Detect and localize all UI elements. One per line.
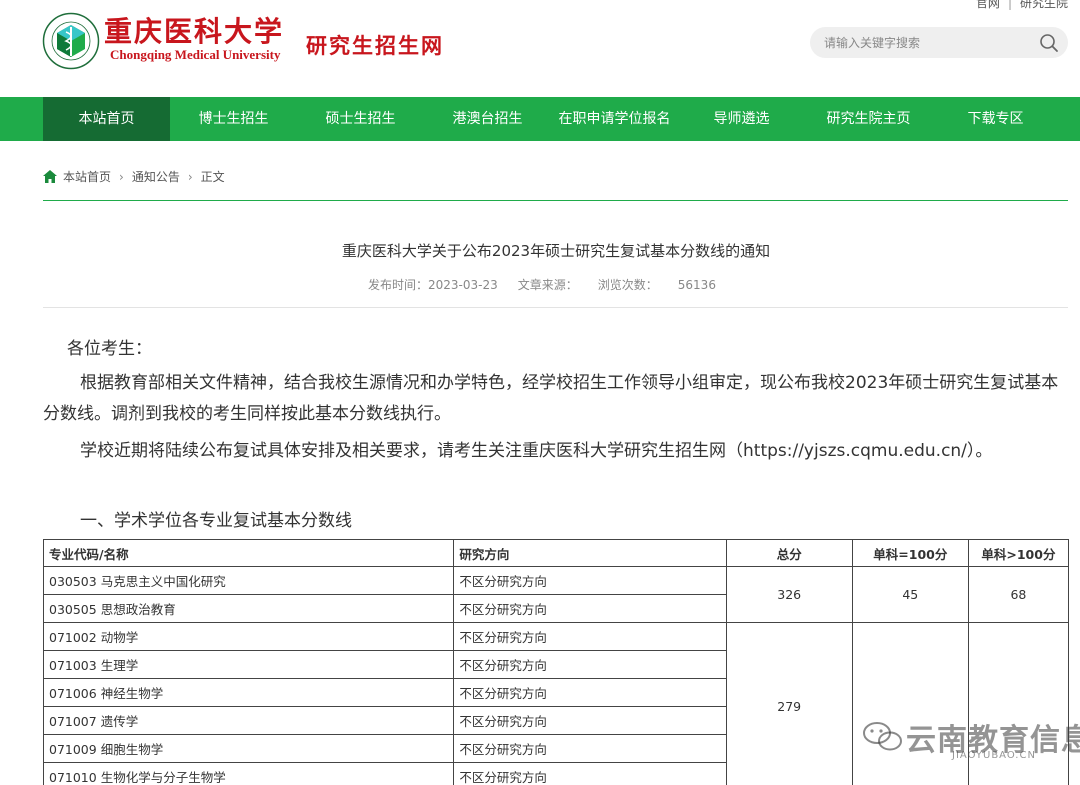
nav-doctoral[interactable]: 博士生招生 [170, 97, 297, 141]
total-score-cell: 326 [725, 566, 853, 623]
publish-date: 发布时间：2023-03-23 [368, 278, 498, 292]
divider [43, 307, 1068, 308]
main-nav: 本站首页 博士生招生 硕士生招生 港澳台招生 在职申请学位报名 导师遴选 研究生… [0, 97, 1080, 141]
breadcrumb-home[interactable]: 本站首页 [63, 170, 111, 184]
view-count-label: 浏览次数： [597, 278, 658, 292]
column-header: 专业代码/名称 [42, 539, 455, 567]
chevron-right-icon: › [187, 170, 193, 184]
direction-cell: 不区分研究方向 [453, 622, 727, 651]
chevron-right-icon: › [119, 170, 124, 184]
column-header: 总分 [725, 539, 853, 567]
article-paragraph: 根据教育部相关文件精神，结合我校生源情况和办学特色，经学校招生工作领导小组审定，… [43, 373, 1059, 424]
direction-cell: 不区分研究方向 [453, 566, 727, 595]
column-header: 单科=100分 [851, 539, 969, 567]
direction-cell: 不区分研究方向 [453, 678, 727, 707]
direction-cell: 不区分研究方向 [453, 734, 727, 763]
breadcrumb-notices[interactable]: 通知公告 [132, 170, 180, 184]
table-row: 030503 马克思主义中国化研究 不区分研究方向 326 45 68 [42, 566, 1070, 623]
major-cell: 071002 动物学 [42, 622, 455, 651]
column-header: 单科>100分 [967, 539, 1070, 567]
divider [43, 200, 1068, 201]
wechat-icon [863, 722, 902, 751]
nav-graduate-school[interactable]: 研究生院主页 [805, 97, 932, 141]
major-cell: 030503 马克思主义中国化研究 [42, 566, 455, 595]
table-header-row: 专业代码/名称 研究方向 总分 单科=100分 单科>100分 [42, 539, 1070, 567]
nav-downloads[interactable]: 下载专区 [932, 97, 1059, 141]
section-heading: 一、学术学位各专业复试基本分数线 [80, 511, 352, 531]
major-cell: 071009 细胞生物学 [42, 734, 455, 763]
single-eq-100-cell: 45 [851, 566, 969, 623]
search-input[interactable] [824, 27, 1024, 58]
watermark-domain: JIAOYUBAO.CN [952, 750, 1036, 761]
home-icon [43, 170, 57, 183]
article-title: 重庆医科大学关于公布2023年硕士研究生复试基本分数线的通知 [341, 242, 771, 260]
search-icon[interactable] [1038, 32, 1060, 54]
breadcrumb: 本站首页 › 通知公告 › 正文 [43, 168, 225, 186]
article-paragraph: 学校近期将陆续公布复试具体安排及相关要求，请考生关注重庆医科大学研究生招生网（h… [80, 441, 993, 461]
article-source: 文章来源： [517, 278, 578, 292]
direction-cell: 不区分研究方向 [453, 650, 727, 679]
major-cell: 071007 遗传学 [42, 706, 455, 735]
direction-cell: 不区分研究方向 [453, 706, 727, 735]
direction-cell: 不区分研究方向 [453, 762, 727, 785]
view-count: 浏览次数： 56136 [598, 278, 736, 292]
major-cell: 071003 生理学 [42, 650, 455, 679]
nav-hk-macao-taiwan[interactable]: 港澳台招生 [424, 97, 551, 141]
nav-master[interactable]: 硕士生招生 [297, 97, 424, 141]
major-cell: 071006 神经生物学 [42, 678, 455, 707]
single-gt-100-cell: 68 [967, 566, 1070, 623]
university-name-en: Chongqing Medical University [110, 47, 281, 62]
brand[interactable]: 重庆医科大学 Chongqing Medical University [104, 16, 284, 62]
greeting: 各位考生： [67, 339, 152, 359]
nav-home[interactable]: 本站首页 [43, 97, 170, 141]
view-count-value: 56136 [677, 278, 716, 292]
column-header: 研究方向 [453, 539, 727, 567]
major-cell: 071010 生物化学与分子生物学 [42, 762, 455, 785]
site-name: 研究生招生网 [306, 34, 444, 58]
article-meta: 发布时间：2023-03-23 文章来源： 浏览次数： 56136 [368, 276, 756, 293]
nav-supervisor-selection[interactable]: 导师遴选 [678, 97, 805, 141]
nav-in-service-degree[interactable]: 在职申请学位报名 [551, 97, 678, 141]
total-score-cell: 279 [725, 622, 853, 785]
university-logo[interactable] [42, 12, 100, 70]
direction-cell: 不区分研究方向 [453, 594, 727, 623]
major-cell: 030505 思想政治教育 [42, 594, 455, 623]
university-name-cn: 重庆医科大学 [104, 15, 285, 48]
breadcrumb-current: 正文 [200, 170, 225, 184]
search-box [810, 27, 1068, 58]
table-row: 071002 动物学 不区分研究方向 279 [42, 622, 1070, 785]
site-header: 重庆医科大学 Chongqing Medical University 研究生招… [0, 0, 1080, 97]
watermark: 云南教育信息 JIAOYUBAO.CN [862, 712, 1080, 772]
